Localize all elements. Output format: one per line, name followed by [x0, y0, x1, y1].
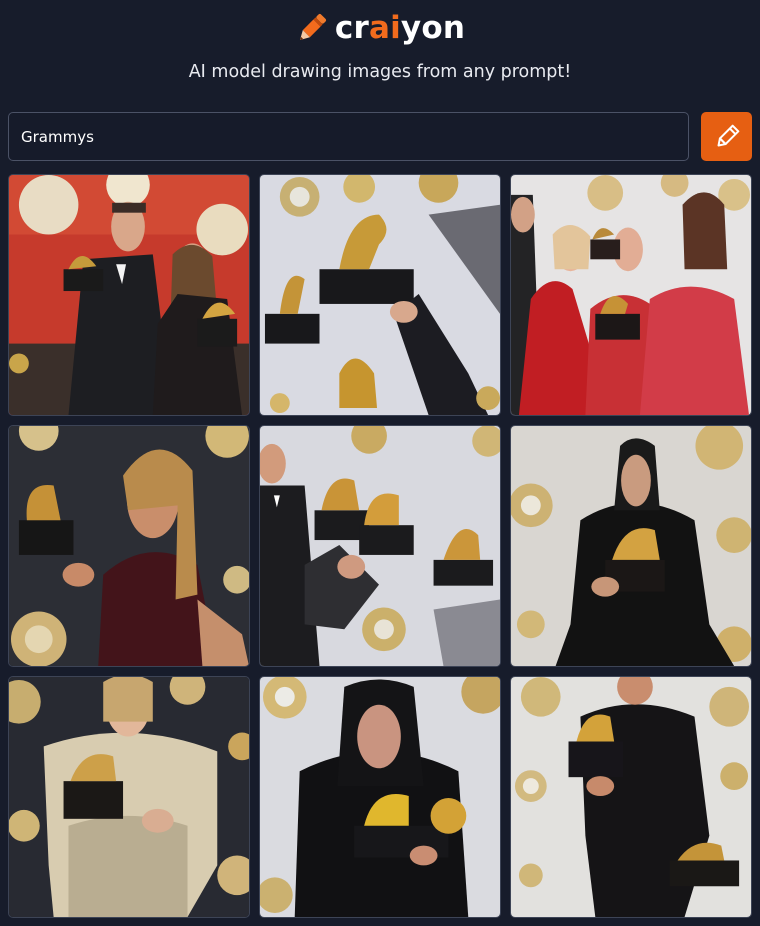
- logo-text: craiyon: [335, 10, 465, 46]
- tagline: AI model drawing images from any prompt!: [188, 62, 572, 82]
- generated-image-9[interactable]: [510, 676, 752, 918]
- generated-image-5[interactable]: [259, 425, 501, 667]
- prompt-input[interactable]: [8, 112, 689, 161]
- pencil-icon: [713, 123, 741, 151]
- craiyon-logo[interactable]: craiyon: [0, 10, 760, 46]
- generated-image-8[interactable]: [259, 676, 501, 918]
- image-grid: [8, 174, 752, 918]
- logo-text-accent: ai: [368, 10, 401, 46]
- generated-image-2[interactable]: [259, 174, 501, 416]
- pencil-icon: [295, 10, 329, 46]
- generated-image-7[interactable]: [8, 676, 250, 918]
- generated-image-6[interactable]: [510, 425, 752, 667]
- logo-text-suffix: yon: [400, 10, 466, 46]
- generated-image-3[interactable]: [510, 174, 752, 416]
- draw-button[interactable]: [701, 112, 752, 161]
- logo-text-prefix: cr: [334, 10, 369, 46]
- generated-image-4[interactable]: [8, 425, 250, 667]
- generated-image-1[interactable]: [8, 174, 250, 416]
- header: craiyon AI model drawing images from any…: [0, 0, 760, 110]
